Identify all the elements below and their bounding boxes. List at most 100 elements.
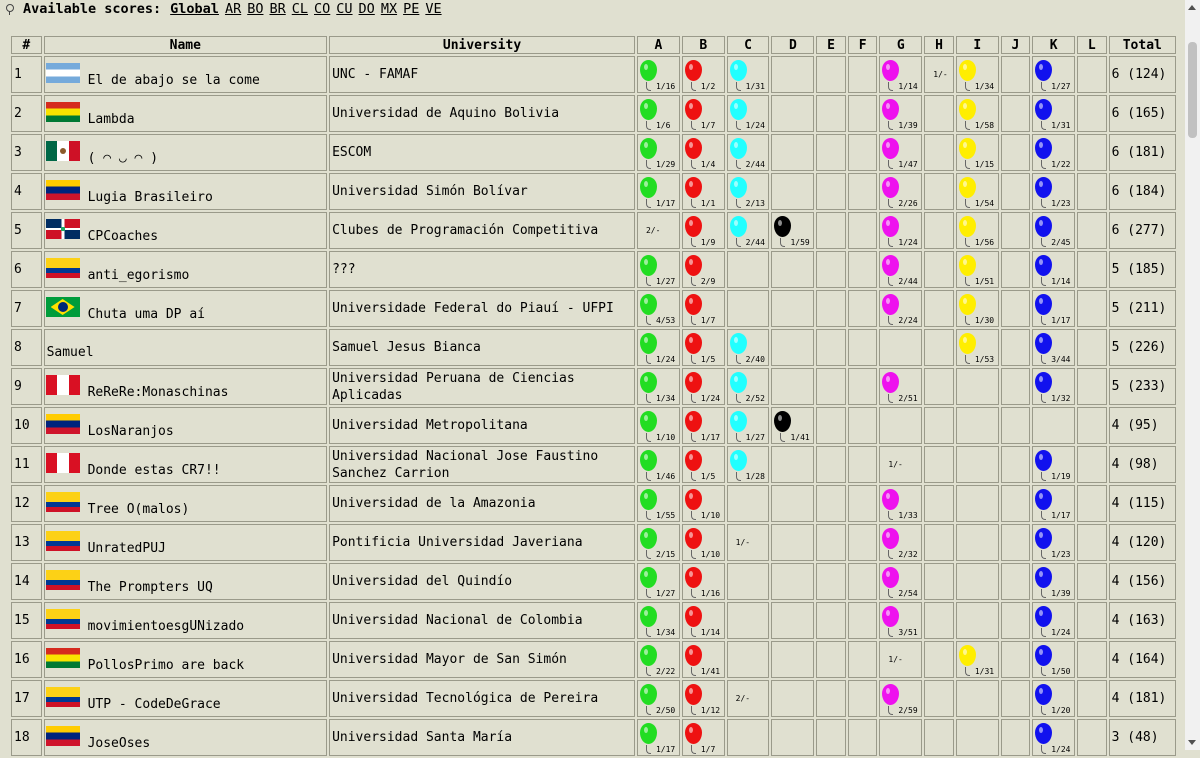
attempts-time: 2/44 bbox=[745, 238, 765, 247]
team-name-cell: LosNaranjos bbox=[43, 407, 328, 444]
header-row: # Name University A B C D E F G H I J K L Total bbox=[11, 36, 1176, 54]
problem-i-cell bbox=[955, 368, 999, 405]
total-cell: 4 (163) bbox=[1108, 602, 1176, 639]
problem-j-cell bbox=[1000, 719, 1031, 756]
problem-e-cell bbox=[816, 563, 846, 600]
score-link-co[interactable]: CO bbox=[314, 1, 330, 17]
score-link-do[interactable]: DO bbox=[359, 1, 375, 17]
problem-g-cell: 1/33 bbox=[879, 485, 923, 522]
problem-g-cell: 1/24 bbox=[879, 212, 923, 249]
attempts-time: 1/34 bbox=[655, 628, 676, 637]
score-link-ar[interactable]: AR bbox=[225, 1, 241, 17]
problem-f-cell bbox=[847, 563, 878, 600]
attempts-time: 1/28 bbox=[745, 472, 765, 481]
problem-g-cell: 2/24 bbox=[879, 290, 923, 327]
score-link-bo[interactable]: BO bbox=[247, 1, 263, 17]
attempts-time: 1/34 bbox=[974, 82, 995, 91]
problem-d-cell bbox=[771, 446, 815, 483]
attempts-time: 1/10 bbox=[700, 511, 721, 520]
attempts-time: 1/23 bbox=[1051, 199, 1071, 208]
balloon-icon bbox=[639, 138, 657, 169]
balloon-icon bbox=[684, 333, 702, 364]
vertical-scrollbar[interactable] bbox=[1185, 0, 1200, 750]
table-row: 3 ( ◠ ◡ ◠ ) ESCOM 1/29 1/4 2/44 1/47 1/15 1/22 6 … bbox=[11, 134, 1176, 171]
total-cell: 4 (164) bbox=[1108, 641, 1176, 678]
balloon-icon bbox=[882, 60, 900, 91]
attempts-time: 1/23 bbox=[1051, 550, 1071, 559]
team-name: Donde estas CR7!! bbox=[87, 463, 221, 478]
score-link-br[interactable]: BR bbox=[269, 1, 285, 17]
scroll-up-icon[interactable] bbox=[1188, 5, 1196, 10]
attempts-time: 1/59 bbox=[790, 238, 810, 247]
balloon-icon bbox=[958, 99, 976, 130]
balloon-icon bbox=[882, 372, 900, 403]
attempts-time: 2/24 bbox=[898, 316, 918, 325]
problem-c-cell: 1/24 bbox=[726, 95, 770, 132]
total-cell: 4 (95) bbox=[1108, 407, 1176, 444]
problem-c-cell: 2/44 bbox=[726, 134, 770, 171]
problem-f-cell bbox=[847, 641, 878, 678]
problem-h-cell bbox=[924, 251, 954, 288]
rank-cell: 12 bbox=[11, 485, 42, 522]
balloon-icon bbox=[1035, 606, 1053, 637]
score-link-cu[interactable]: CU bbox=[336, 1, 352, 17]
problem-c-cell: 2/- bbox=[726, 680, 770, 717]
team-name-cell: UTP - CodeDeGrace bbox=[43, 680, 328, 717]
total-cell: 5 (211) bbox=[1108, 290, 1176, 327]
problem-l-cell bbox=[1077, 290, 1107, 327]
pin-icon bbox=[6, 4, 14, 15]
team-name-cell: ( ◠ ◡ ◠ ) bbox=[43, 134, 328, 171]
problem-a-cell: 2/50 bbox=[636, 680, 680, 717]
balloon-icon bbox=[639, 645, 657, 676]
problem-b-cell: 1/10 bbox=[681, 524, 725, 561]
attempts-time: 1/39 bbox=[898, 121, 918, 130]
problem-a-cell: 1/34 bbox=[636, 368, 680, 405]
attempts-time: 1/41 bbox=[790, 433, 810, 442]
team-name-cell: JoseOses bbox=[43, 719, 328, 756]
problem-f-cell bbox=[847, 290, 878, 327]
balloon-icon bbox=[1035, 723, 1053, 754]
score-link-pe[interactable]: PE bbox=[403, 1, 419, 17]
problem-e-cell bbox=[816, 485, 846, 522]
score-link-cl[interactable]: CL bbox=[292, 1, 308, 17]
balloon-icon bbox=[729, 372, 747, 403]
total-cell: 6 (181) bbox=[1108, 134, 1176, 171]
problem-b-cell: 1/17 bbox=[681, 407, 725, 444]
score-links: Global AR BO BR CL CO CU DO MX PE VE bbox=[161, 1, 441, 17]
problem-a-cell: 1/46 bbox=[636, 446, 680, 483]
table-row: 8 Samuel Samuel Jesus Bianca 1/24 1/5 2/40 1/5… bbox=[11, 329, 1176, 366]
problem-i-cell: 1/58 bbox=[955, 95, 999, 132]
university-cell: UNC - FAMAF bbox=[329, 56, 635, 93]
problem-c-cell: 2/44 bbox=[726, 212, 770, 249]
problem-e-cell bbox=[816, 680, 846, 717]
problem-j-cell bbox=[1000, 368, 1031, 405]
attempts-time: 1/31 bbox=[745, 82, 765, 91]
scoreboard-table: # Name University A B C D E F G H I J K L Total 1 El … bbox=[9, 34, 1178, 758]
score-link-mx[interactable]: MX bbox=[381, 1, 397, 17]
score-link-ve[interactable]: VE bbox=[425, 1, 441, 17]
scrollbar-thumb[interactable] bbox=[1188, 42, 1197, 138]
balloon-icon bbox=[684, 177, 702, 208]
problem-k-cell: 1/22 bbox=[1032, 134, 1076, 171]
problem-j-cell bbox=[1000, 485, 1031, 522]
problem-d-cell bbox=[771, 368, 815, 405]
problem-f-cell bbox=[847, 719, 878, 756]
balloon-icon bbox=[639, 177, 657, 208]
col-problem-a-header: A bbox=[636, 36, 680, 54]
attempts-time: 1/54 bbox=[974, 199, 995, 208]
score-link-global[interactable]: Global bbox=[170, 1, 219, 17]
attempts-time: 1/17 bbox=[1051, 316, 1071, 325]
problem-c-cell: 1/31 bbox=[726, 56, 770, 93]
problem-h-cell bbox=[924, 134, 954, 171]
problem-e-cell bbox=[816, 251, 846, 288]
team-name: The Prompters UQ bbox=[87, 580, 213, 595]
team-name: ReReRe:Monaschinas bbox=[87, 385, 229, 400]
rank-cell: 11 bbox=[11, 446, 42, 483]
attempts-time: 1/16 bbox=[700, 589, 721, 598]
scroll-down-icon[interactable] bbox=[1188, 740, 1196, 745]
problem-j-cell bbox=[1000, 329, 1031, 366]
attempts-failed: 2/- bbox=[645, 226, 661, 235]
balloon-icon bbox=[958, 255, 976, 286]
team-name: PollosPrimo are back bbox=[87, 658, 245, 673]
attempts-time: 1/12 bbox=[700, 706, 721, 715]
